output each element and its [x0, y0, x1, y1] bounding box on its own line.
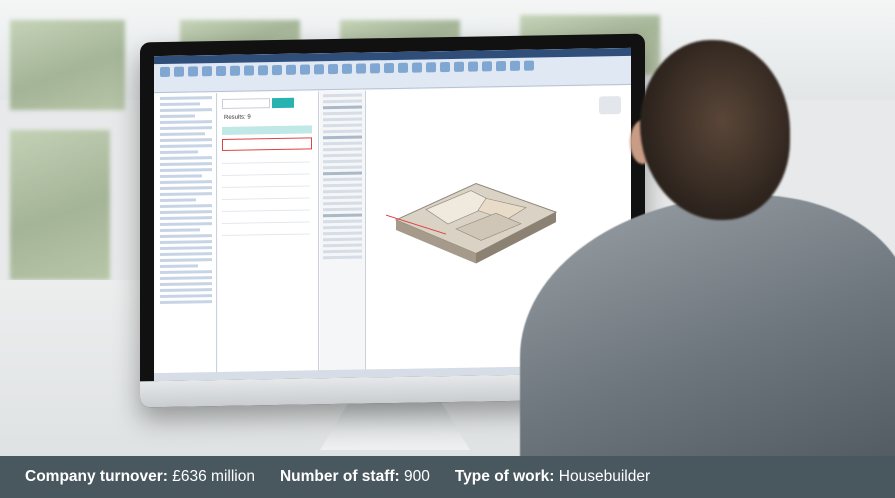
tool-icon [398, 62, 408, 73]
results-count: Results: 9 [224, 114, 251, 121]
tool-icon [272, 64, 282, 76]
tool-icon [174, 66, 184, 77]
staff-label: Number of staff: [279, 468, 404, 485]
tool-icon [202, 66, 212, 77]
result-row[interactable] [222, 211, 310, 224]
tool-icon [300, 64, 310, 75]
staff-fact: Number of staff: 900 [280, 468, 430, 486]
staff-value: 900 [403, 468, 430, 485]
tool-icon [188, 66, 198, 77]
tool-icon [370, 63, 380, 74]
company-facts-bar: Company turnover: £636 million Number of… [0, 456, 895, 498]
tool-icon [510, 60, 520, 71]
tool-icon [412, 62, 422, 73]
tool-icon [454, 61, 464, 72]
tool-icon [482, 61, 492, 72]
tool-icon [356, 63, 366, 74]
work-type-label: Type of work: [454, 468, 559, 485]
turnover-label: Company turnover: [25, 468, 173, 485]
turnover-fact: Company turnover: £636 million [25, 468, 255, 486]
result-row[interactable] [222, 223, 310, 236]
properties-panel [320, 90, 366, 377]
head [640, 40, 790, 220]
office-photo: Results: 9 [0, 0, 895, 456]
work-type-value: Housebuilder [558, 468, 651, 485]
result-row[interactable] [222, 187, 310, 200]
tool-icon [258, 65, 268, 76]
turnover-value: £636 million [172, 468, 255, 485]
window-pane [10, 20, 125, 110]
tool-icon [496, 61, 506, 72]
result-row[interactable] [222, 151, 310, 164]
person-foreground [520, 0, 895, 456]
tool-icon [286, 64, 296, 75]
result-row-selected[interactable] [222, 137, 312, 151]
tool-icon [328, 63, 338, 75]
results-header-row [222, 125, 312, 135]
tool-icon [230, 65, 240, 76]
search-input[interactable] [222, 98, 270, 109]
window-pane [10, 130, 110, 280]
result-row[interactable] [222, 199, 310, 212]
tool-icon [160, 66, 170, 78]
result-row[interactable] [222, 163, 310, 176]
tool-icon [244, 65, 254, 76]
project-browser [156, 93, 217, 380]
tool-icon [440, 61, 450, 73]
tool-icon [314, 64, 324, 75]
search-button[interactable] [272, 97, 294, 109]
search-results-panel: Results: 9 [218, 91, 319, 379]
tool-icon [342, 63, 352, 74]
tool-icon [384, 62, 394, 74]
tool-icon [216, 65, 226, 77]
tool-icon [426, 62, 436, 73]
suit-jacket [520, 195, 895, 456]
work-type-fact: Type of work: Housebuilder [455, 468, 650, 486]
tool-icon [468, 61, 478, 72]
result-row[interactable] [222, 175, 310, 188]
